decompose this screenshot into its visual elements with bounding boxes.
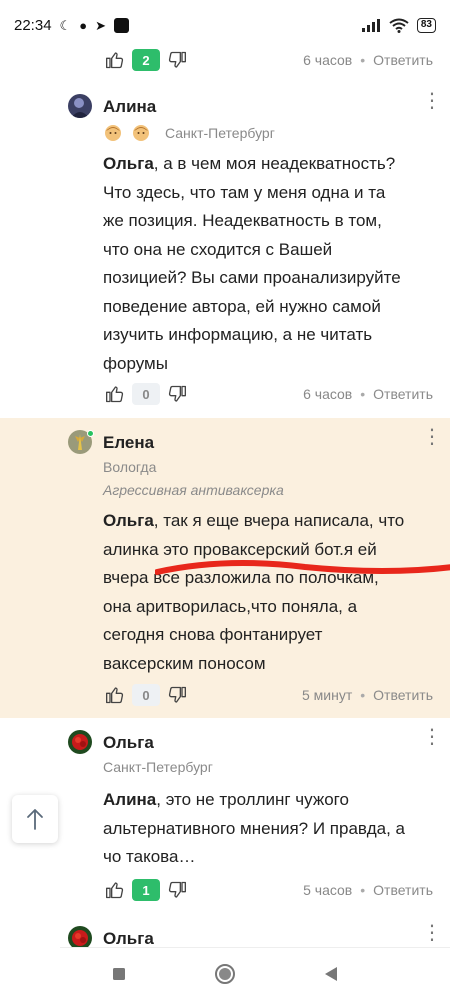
status-time: 22:34	[14, 16, 52, 34]
comment-text-line: же позиция. Неадекватность в том,	[103, 211, 382, 230]
badge-icon	[105, 125, 121, 141]
user-badges	[103, 123, 151, 143]
comment-body: Ольга, так я еще вчера написала, что али…	[103, 507, 433, 678]
reply-link[interactable]: Ответить	[373, 52, 433, 68]
thumb-up-icon[interactable]	[104, 48, 126, 72]
author-city: Санкт-Петербург	[165, 125, 275, 141]
vote-count: 0	[132, 383, 160, 405]
separator-dot: •	[360, 882, 366, 898]
comment-text-line: поведение автора, ей нужно самой	[103, 296, 381, 316]
vote-count: 0	[132, 684, 160, 706]
arrow-up-icon	[27, 809, 43, 830]
thumb-up-icon[interactable]	[104, 382, 126, 406]
comment-meta: 0 5 минут • Ответить	[0, 677, 450, 713]
separator-dot: •	[360, 52, 366, 68]
comment-text-line: альтернативного мнения? И правда, а	[103, 818, 406, 838]
nav-square-icon[interactable]	[107, 962, 131, 986]
badge-icon	[133, 125, 149, 141]
more-vert-icon[interactable]: ⋮	[422, 923, 442, 943]
more-vert-icon[interactable]: ⋮	[422, 91, 442, 111]
comment-text-line: , а в чем моя неадекватность?	[153, 154, 396, 173]
comment-body: Ольга, а в чем моя неадекватность? Что з…	[103, 150, 433, 378]
comment-time: 5 часов	[303, 882, 353, 898]
comment-text-line: сегодня снова фонтанирует	[103, 625, 323, 644]
comment-time: 5 минут	[301, 687, 353, 703]
avatar[interactable]	[68, 926, 92, 948]
telegram-icon: ➤	[95, 17, 106, 33]
avatar[interactable]	[68, 94, 92, 118]
comment-text-line: чо такова…	[103, 847, 196, 866]
signal-icon	[361, 19, 380, 32]
reply-link[interactable]: Ответить	[373, 882, 433, 898]
more-vert-icon[interactable]: ⋮	[422, 427, 442, 447]
thumb-down-icon[interactable]	[166, 683, 188, 707]
mention-link[interactable]: Алина	[103, 790, 156, 809]
prev-comment-meta: 2 6 часов • Ответить	[0, 42, 450, 78]
reply-link[interactable]: Ответить	[373, 386, 433, 402]
comment-text-line: , это не троллинг чужого	[156, 790, 349, 809]
comment-text-line: алинка это проваксерский бот.я ей	[103, 539, 377, 559]
reply-link[interactable]: Ответить	[373, 687, 433, 703]
comment-text-line: ваксерским поносом	[103, 653, 266, 673]
author-city: Санкт-Петербург	[103, 759, 213, 775]
mention-link[interactable]: Ольга	[103, 511, 154, 530]
nav-circle-icon[interactable]	[213, 962, 237, 986]
comment-text-line: , так я еще вчера написала, что	[153, 511, 405, 530]
thumb-down-icon[interactable]	[166, 48, 188, 72]
comment-author[interactable]: Ольга	[103, 733, 154, 753]
comment-text-line: позицией? Вы сами проанализируйте	[103, 268, 401, 287]
battery-indicator: 83	[416, 17, 436, 33]
app-icon	[113, 17, 129, 33]
comment-time: 6 часов	[303, 52, 353, 68]
comment-meta: 1 5 часов • Ответить	[0, 872, 450, 908]
scroll-to-top-button[interactable]	[12, 795, 58, 843]
separator-dot: •	[360, 386, 366, 402]
separator-dot: •	[360, 687, 366, 703]
thumb-up-icon[interactable]	[104, 683, 126, 707]
more-vert-icon[interactable]: ⋮	[422, 727, 442, 747]
thumb-up-icon[interactable]	[104, 878, 126, 902]
comment-author[interactable]: Елена	[103, 433, 154, 453]
comment-time: 6 часов	[303, 386, 353, 402]
comment-meta: 0 6 часов • Ответить	[0, 376, 450, 412]
comment-author[interactable]: Ольга	[103, 929, 154, 948]
system-navigation-bar	[0, 948, 450, 1000]
comment-text-line: она аритворилась,что поняла, а	[103, 596, 358, 616]
vote-count: 1	[132, 879, 160, 901]
comment-body: Алина, это не троллинг чужого альтернати…	[103, 786, 433, 872]
thumb-down-icon[interactable]	[166, 382, 188, 406]
author-city: Вологда	[103, 459, 157, 475]
comment-elena: Елена ⋮ Вологда Агрессивная антиваксерка…	[0, 418, 450, 718]
comment-text-line: вчера все разложила по полочкам,	[103, 568, 379, 587]
comment-text-line: Что здесь, что там у меня одна и та	[103, 182, 386, 202]
comment-text-line: что она не сходится с Вашей	[103, 239, 333, 259]
comment-text-line: изучить информацию, а не читать	[103, 325, 373, 344]
comment-text-line: форумы	[103, 353, 168, 373]
comment-author[interactable]: Алина	[103, 97, 156, 117]
comment-olga-2: Ольга ⋮	[0, 918, 450, 948]
avatar[interactable]	[68, 730, 92, 754]
mention-link[interactable]: Ольга	[103, 154, 154, 173]
author-role: Агрессивная антиваксерка	[103, 482, 284, 498]
wifi-icon	[389, 18, 409, 33]
comment-alina: Алина ⋮ Санкт-Петербург Ольга, а в чем м…	[0, 80, 450, 420]
moon-icon: ☾	[59, 17, 72, 33]
online-indicator	[87, 430, 94, 437]
nav-back-icon[interactable]	[319, 962, 343, 986]
vote-count: 2	[132, 49, 160, 71]
chat-icon: ●	[79, 17, 88, 33]
thumb-down-icon[interactable]	[166, 878, 188, 902]
